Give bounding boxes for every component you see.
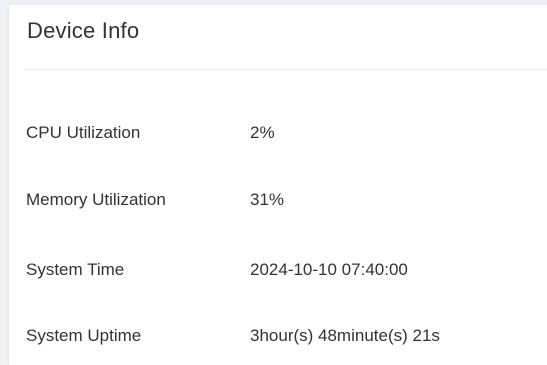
system-time-value: 2024-10-10 07:40:00: [250, 260, 408, 279]
info-row-memory-utilization: Memory Utilization 31%: [26, 190, 546, 212]
cpu-utilization-label: CPU Utilization: [26, 123, 141, 142]
memory-utilization-value: 31%: [250, 190, 285, 209]
info-row-system-time: System Time 2024-10-10 07:40:00: [26, 260, 546, 282]
memory-utilization-label: Memory Utilization: [26, 190, 166, 209]
system-time-label: System Time: [26, 260, 125, 279]
title-divider: [25, 69, 547, 70]
info-row-system-uptime: System Uptime 3hour(s) 48minute(s) 21s: [26, 326, 546, 348]
info-row-cpu-utilization: CPU Utilization 2%: [26, 123, 546, 145]
device-info-panel: Device Info CPU Utilization 2% Memory Ut…: [8, 4, 547, 365]
panel-title: Device Info: [27, 18, 140, 43]
cpu-utilization-value: 2%: [250, 123, 275, 142]
system-uptime-label: System Uptime: [26, 326, 142, 345]
system-uptime-value: 3hour(s) 48minute(s) 21s: [250, 326, 440, 345]
